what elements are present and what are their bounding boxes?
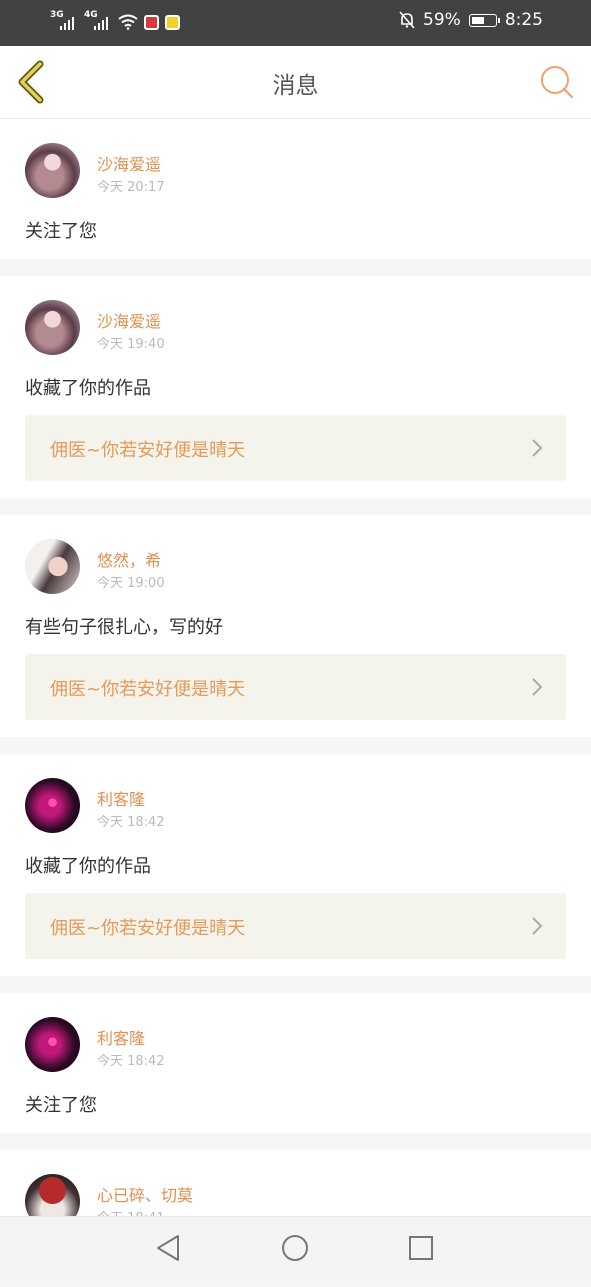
chevron-right-icon (532, 678, 543, 696)
work-link[interactable]: 佣医~你若安好便是晴天 (25, 893, 566, 959)
mute-bell-icon (399, 11, 415, 29)
work-title: 佣医~你若安好便是晴天 (50, 918, 246, 939)
message-time: 今天 19:40 (97, 337, 165, 352)
user-name[interactable]: 沙海爱遥 (97, 151, 161, 175)
avatar[interactable] (25, 300, 80, 355)
user-name[interactable]: 沙海爱遥 (97, 308, 161, 332)
message-text: 关注了您 (25, 221, 97, 242)
clock: 8:25 (504, 10, 543, 30)
battery-percent: 59% (423, 10, 461, 30)
avatar[interactable] (25, 539, 80, 594)
message-card[interactable]: 悠然，希今天 19:00 有些句子很扎心，写的好佣医~你若安好便是晴天 (0, 515, 591, 737)
chevron-right-icon (532, 439, 543, 457)
message-time: 今天 19:00 (97, 576, 165, 591)
message-text: 收藏了你的作品 (25, 856, 151, 877)
work-link[interactable]: 佣医~你若安好便是晴天 (25, 654, 566, 720)
nav-recents-icon[interactable] (406, 1233, 436, 1263)
signal-4g-icon: 4G (84, 10, 112, 32)
message-time: 今天 18:42 (97, 1054, 165, 1069)
user-name[interactable]: 悠然，希 (97, 547, 161, 571)
search-icon[interactable] (539, 64, 575, 100)
app-red-icon (144, 14, 159, 30)
message-time: 今天 20:17 (97, 180, 165, 195)
message-list: 沙海爱遥 今天 20:17 关注了您 沙海爱遥 今天 19:40 收藏了你的作品 佣医~你若… (0, 119, 591, 1287)
avatar[interactable] (25, 1017, 80, 1072)
avatar[interactable] (25, 778, 80, 833)
wifi-icon (118, 14, 138, 30)
message-card[interactable]: 利客隆今天 18:42 关注了您 (0, 993, 591, 1133)
system-nav-bar (0, 1216, 591, 1281)
nav-home-icon[interactable] (280, 1233, 310, 1263)
signal-3g-icon: 3G (50, 10, 78, 32)
message-card[interactable]: 沙海爱遥今天 19:40 收藏了你的作品佣医~你若安好便是晴天 (0, 276, 591, 498)
user-name[interactable]: 利客隆 (97, 786, 145, 810)
message-text: 有些句子很扎心，写的好 (25, 617, 223, 638)
user-name[interactable]: 心已碎、切莫 (97, 1182, 193, 1206)
user-name[interactable]: 利客隆 (97, 1025, 145, 1049)
status-bar: 3G 4G 59% 8:25 (0, 0, 591, 46)
battery-icon (468, 13, 500, 27)
work-title: 佣医~你若安好便是晴天 (50, 679, 246, 700)
page-title: 消息 (272, 73, 319, 99)
avatar[interactable] (25, 143, 80, 198)
message-text: 收藏了你的作品 (25, 378, 151, 399)
app-yellow-icon (165, 14, 180, 30)
chevron-right-icon (532, 917, 543, 935)
message-card[interactable]: 利客隆今天 18:42 收藏了你的作品佣医~你若安好便是晴天 (0, 754, 591, 976)
message-card[interactable]: 沙海爱遥今天 20:17 关注了您 (0, 119, 591, 259)
work-link[interactable]: 佣医~你若安好便是晴天 (25, 415, 566, 481)
message-text: 关注了您 (25, 1095, 97, 1116)
work-title: 佣医~你若安好便是晴天 (50, 440, 246, 461)
nav-back-icon[interactable] (154, 1233, 184, 1263)
message-time: 今天 18:42 (97, 815, 165, 830)
top-app-bar: 消息 (0, 46, 591, 119)
